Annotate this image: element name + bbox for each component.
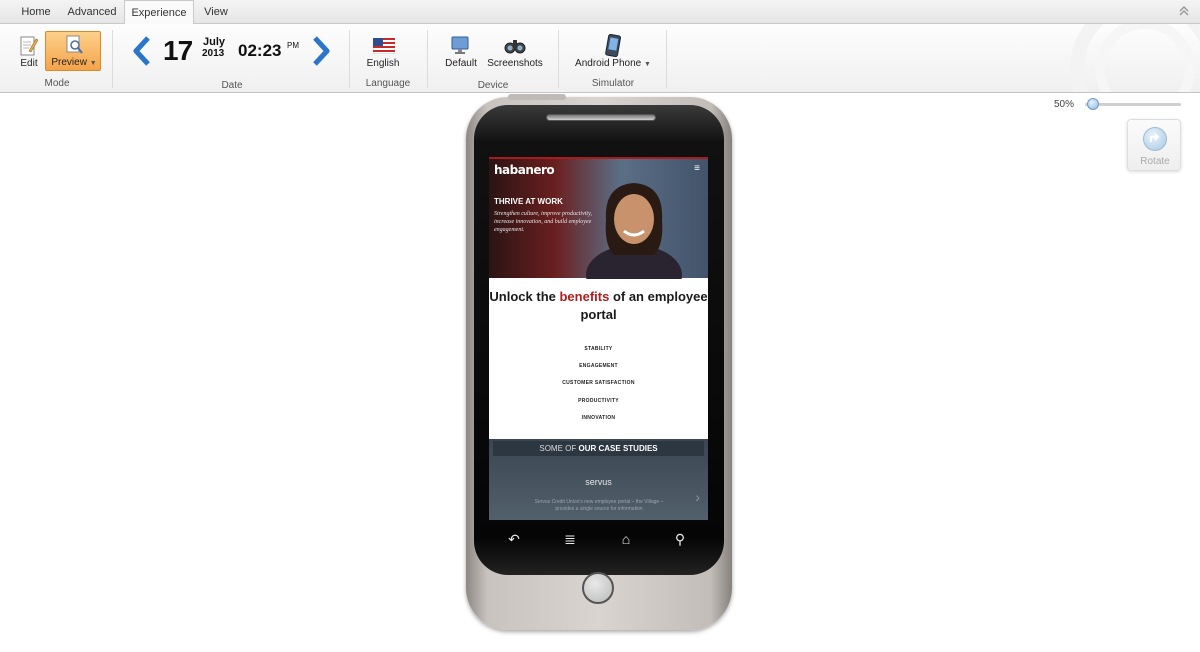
group-divider — [349, 30, 350, 88]
edit-label: Edit — [20, 58, 38, 69]
group-divider — [427, 30, 428, 88]
edit-icon — [20, 36, 38, 56]
date-year: 2013 — [202, 48, 225, 59]
simulator-label: Android Phone ▼ — [575, 58, 651, 69]
date-day: 17 — [163, 35, 193, 66]
group-label-date: Date — [221, 80, 243, 91]
preview-icon — [66, 35, 83, 54]
ribbon-decoration-inner — [1095, 24, 1195, 92]
benefit-item: ENGAGEMENT — [579, 363, 618, 369]
monitor-icon — [451, 36, 469, 54]
phone-speaker — [546, 114, 656, 121]
hero-title: THRIVE AT WORK — [494, 197, 563, 206]
case-study-text: Servus Credit Union's new employee porta… — [534, 499, 664, 512]
site-headline: Unlock the benefits of an employee porta… — [489, 289, 708, 323]
tab-experience[interactable]: Experience — [124, 0, 194, 25]
rotate-label: Rotate — [1140, 156, 1170, 167]
home-key-icon[interactable]: ⌂ — [611, 527, 641, 551]
case-study-logo[interactable]: servus — [489, 477, 708, 487]
group-divider — [558, 30, 559, 88]
tab-advanced[interactable]: Advanced — [62, 0, 122, 24]
hero-accent-line — [489, 157, 708, 159]
chevron-down-icon: ▼ — [89, 60, 97, 67]
group-divider — [112, 30, 113, 88]
hero-subtitle: Strengthen culture, improve productivity… — [494, 211, 592, 234]
site-hero: habanero ≡ THRIVE AT WORK Strengthen cul… — [489, 157, 708, 279]
zoom-slider-thumb[interactable] — [1087, 98, 1099, 110]
zoom-level: 50% — [1054, 99, 1075, 110]
time-ampm: PM — [287, 41, 299, 50]
group-label-simulator: Simulator — [591, 78, 635, 89]
rotate-button[interactable]: Rotate — [1127, 119, 1181, 171]
preview-label: Preview ▼ — [51, 57, 97, 68]
screenshots-label: Screenshots — [487, 58, 543, 69]
tab-home[interactable]: Home — [12, 0, 60, 24]
phone-trackball[interactable] — [582, 572, 614, 604]
group-divider — [666, 30, 667, 88]
benefit-item: CUSTOMER SATISFACTION — [562, 380, 635, 386]
search-key-icon[interactable]: ⚲ — [665, 527, 695, 551]
case-studies-heading: SOME OF OUR CASE STUDIES — [493, 441, 704, 456]
binoculars-icon — [504, 40, 526, 54]
phone-simulator: habanero ≡ THRIVE AT WORK Strengthen cul… — [466, 94, 732, 630]
group-label-device: Device — [477, 80, 509, 91]
chevron-down-icon: ▼ — [644, 61, 651, 68]
collapse-ribbon-icon[interactable] — [1178, 5, 1190, 17]
ribbon-tab-bar: Home Advanced Experience View — [0, 0, 1200, 25]
language-label: English — [366, 58, 400, 69]
time-value: 02:23 — [238, 41, 282, 60]
zoom-slider-track[interactable] — [1085, 103, 1181, 106]
previous-date-arrow[interactable] — [130, 36, 152, 66]
phone-bezel: habanero ≡ THRIVE AT WORK Strengthen cul… — [474, 105, 724, 575]
next-case-arrow-icon[interactable]: › — [695, 489, 700, 505]
group-label-language: Language — [365, 78, 411, 89]
benefit-item: INNOVATION — [581, 415, 616, 421]
default-label: Default — [445, 58, 477, 69]
android-nav-keys: ↶ ≣ ⌂ ⚲ — [474, 527, 724, 551]
phone-icon — [605, 34, 622, 58]
site-logo[interactable]: habanero — [494, 163, 555, 177]
group-label-mode: Mode — [44, 78, 70, 89]
phone-screen[interactable]: habanero ≡ THRIVE AT WORK Strengthen cul… — [489, 157, 708, 520]
next-date-arrow[interactable] — [311, 36, 333, 66]
phone-power-button — [508, 94, 566, 100]
benefit-item: PRODUCTIVITY — [578, 398, 619, 404]
us-flag-icon — [373, 38, 395, 54]
ribbon: Edit Preview ▼ Mode 17 July 2013 02:23 P… — [0, 24, 1200, 93]
hamburger-menu-icon[interactable]: ≡ — [694, 163, 700, 174]
preview-button[interactable]: Preview ▼ — [45, 31, 101, 71]
tab-view[interactable]: View — [196, 0, 236, 24]
menu-key-icon[interactable]: ≣ — [555, 527, 585, 551]
date-month: July — [203, 36, 226, 48]
benefit-item: STABILITY — [584, 346, 613, 352]
case-studies-section: SOME OF OUR CASE STUDIES servus Servus C… — [489, 439, 708, 520]
rotate-icon — [1143, 127, 1167, 151]
back-key-icon[interactable]: ↶ — [499, 527, 529, 551]
